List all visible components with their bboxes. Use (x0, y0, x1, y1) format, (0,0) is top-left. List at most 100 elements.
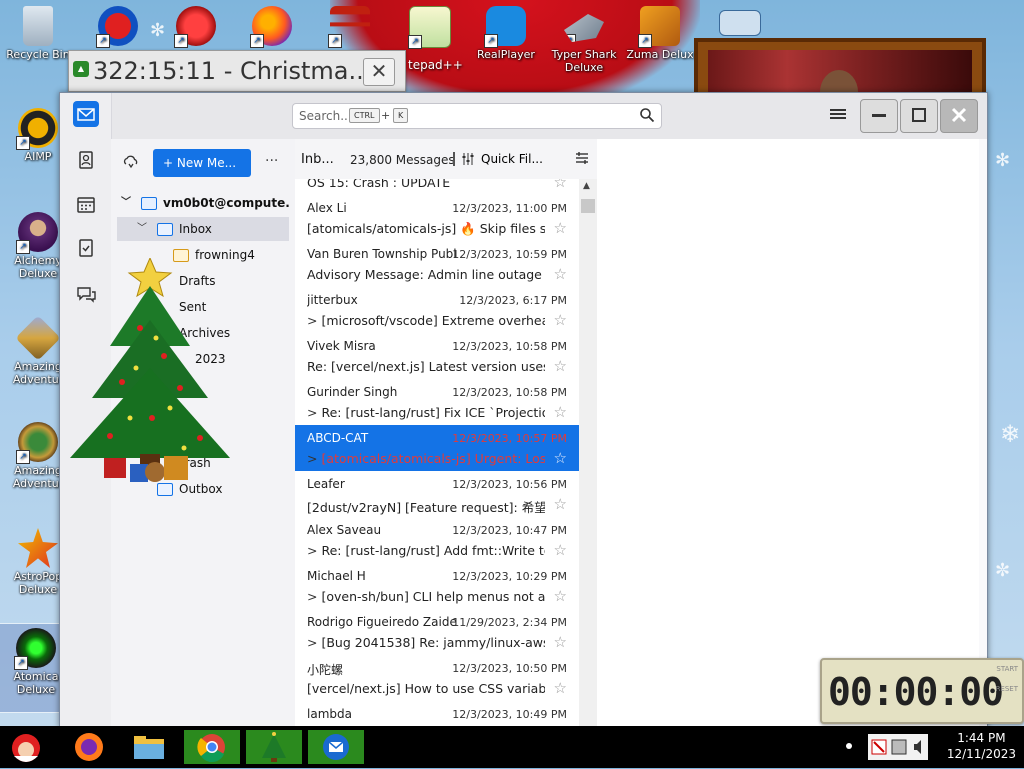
thread-chevron-icon[interactable]: > (307, 543, 317, 558)
star-icon[interactable]: ☆ (554, 495, 567, 513)
shortcut-key-k: K (393, 108, 409, 123)
star-icon[interactable]: ☆ (554, 311, 567, 329)
desktop-icon-label: AstroPop Deluxe (13, 570, 63, 596)
scroll-up-arrow[interactable]: ▲ (583, 181, 590, 191)
quick-filter-button[interactable]: Quick Fil... (453, 149, 543, 169)
desktop-icon-notepadpp[interactable]: ↗ (394, 6, 466, 50)
countdown-overlay-window[interactable]: ▲ 322:15:11 - Christma... ✕ (68, 50, 406, 92)
message-row[interactable]: Gurinder Singh 12/3/2023, 10:58 PM > Re: [r… (295, 379, 579, 426)
new-message-button[interactable]: + New Me... (153, 149, 251, 177)
folder-inbox[interactable]: ﹀ Inbox (117, 217, 289, 241)
taskbar-file-explorer[interactable] (126, 730, 172, 764)
message-row[interactable]: Leafer 12/3/2023, 10:56 PM [2dust/v2rayN] … (295, 471, 579, 518)
star-icon[interactable]: ☆ (554, 219, 567, 237)
message-row[interactable]: Vivek Misra 12/3/2023, 10:58 PM Re: [verce… (295, 333, 579, 380)
address-book-button[interactable] (73, 147, 99, 173)
message-row[interactable]: Van Buren Township Publi... 12/3/2023, 10… (295, 241, 579, 288)
thread-chevron-icon[interactable]: > (307, 589, 317, 604)
system-tray[interactable] (868, 734, 928, 760)
get-messages-icon[interactable] (123, 155, 139, 169)
star-icon[interactable]: ☆ (554, 179, 567, 191)
calendar-button[interactable] (73, 191, 99, 217)
desktop-icon-zuma[interactable]: ↗ Zuma Delux (624, 6, 696, 61)
star-icon[interactable]: ☆ (554, 357, 567, 375)
taskbar-firefox[interactable] (66, 730, 112, 764)
thread-chevron-icon[interactable]: > (307, 635, 317, 650)
notepadpp-label-partial: tepad++ (408, 58, 463, 72)
message-row[interactable]: Rodrigo Figueiredo Zaiden 11/29/2023, 2:3… (295, 609, 579, 656)
desktop-icon-window-app[interactable] (704, 10, 776, 38)
message-date: 12/3/2023, 10:49 PM (452, 708, 567, 721)
star-icon[interactable]: ☆ (554, 403, 567, 421)
thread-chevron-icon[interactable]: > (307, 405, 317, 420)
desktop-icon-firefox[interactable]: ↗ (236, 6, 308, 48)
stopwatch-controls[interactable]: START RESET (996, 664, 1018, 694)
desktop-icon-label: RealPlayer (477, 48, 535, 61)
star-icon[interactable]: ☆ (554, 541, 567, 559)
message-row[interactable]: Michael H 12/3/2023, 10:29 PM > [oven-sh/bu… (295, 563, 579, 610)
chevron-down-icon[interactable]: ﹀ (137, 217, 147, 241)
account-row[interactable]: ﹀ vm0b0t@compute... (117, 191, 289, 215)
message-date: 12/3/2023, 10:58 PM (452, 386, 567, 399)
search-input[interactable]: Search... CTRL + K (292, 103, 662, 129)
list-display-options-icon[interactable] (575, 151, 589, 165)
message-sender: Alex Li (307, 201, 347, 215)
title-bar[interactable]: Search... CTRL + K (60, 93, 987, 139)
scroll-thumb[interactable] (581, 199, 595, 213)
message-row[interactable]: jitterbux 12/3/2023, 6:17 PM > [microsoft/v… (295, 287, 579, 334)
countdown-close-button[interactable]: ✕ (363, 58, 395, 86)
star-icon[interactable]: ☆ (554, 679, 567, 697)
message-subject: > [microsoft/vscode] Extreme overhea... (307, 313, 545, 328)
message-date: 12/3/2023, 10:59 PM (452, 248, 567, 261)
thread-chevron-icon[interactable]: > (307, 313, 317, 328)
message-row-partial[interactable]: OS 15: Crash : UPDATE ☆ (295, 179, 579, 196)
desktop-icon-realplayer[interactable]: ↗ RealPlayer (470, 6, 542, 61)
folder-pane-more-button[interactable]: ··· (265, 153, 278, 169)
clock-time: 1:44 PM (957, 731, 1006, 745)
desktop-icon-recycle-bin[interactable]: Recycle Bin (2, 6, 74, 61)
message-subject: OS 15: Crash : UPDATE (307, 179, 451, 190)
message-row[interactable]: 小陀螺 12/3/2023, 10:50 PM [vercel/next.js] H… (295, 655, 579, 702)
tray-overflow-dot[interactable] (846, 743, 852, 749)
desktop-icon-game-red[interactable]: ↗ (160, 6, 232, 48)
search-icon[interactable] (639, 107, 655, 123)
minimize-button[interactable] (860, 99, 898, 133)
mail-space-button[interactable] (73, 101, 99, 127)
desktop-icon-shrine[interactable]: ↗ (314, 6, 386, 48)
thread-chevron-icon[interactable]: > (307, 451, 317, 466)
chevron-down-icon[interactable]: ﹀ (121, 191, 131, 215)
message-row[interactable]: Alex Li 12/3/2023, 11:00 PM [atomicals/ato… (295, 195, 579, 242)
app-menu-icon[interactable] (830, 107, 846, 121)
star-icon[interactable]: ☆ (554, 633, 567, 651)
star-icon[interactable]: ☆ (554, 265, 567, 283)
message-list-scrollbar[interactable]: ▲ (579, 179, 597, 727)
quick-filter-label: Quick Fil... (481, 152, 543, 166)
message-date: 12/3/2023, 10:56 PM (452, 478, 567, 491)
message-subject-text: Advisory Message: Admin line outage (307, 267, 542, 282)
message-sender: ABCD-CAT (307, 431, 369, 445)
message-date: 12/3/2023, 10:29 PM (452, 570, 567, 583)
star-icon[interactable]: ☆ (554, 587, 567, 605)
message-row[interactable]: ABCD-CAT 12/3/2023, 10:57 PM > [atomicals/a… (295, 425, 579, 472)
desktop-icon-game-2[interactable]: ↗ (82, 6, 154, 48)
maximize-button[interactable] (900, 99, 938, 133)
close-button[interactable] (940, 99, 978, 133)
clock-date: 12/11/2023 (946, 747, 1016, 761)
taskbar-chrome[interactable] (184, 730, 240, 764)
message-row[interactable]: Alex Saveau 12/3/2023, 10:47 PM > Re: [rust… (295, 517, 579, 564)
start-button[interactable] (4, 728, 48, 766)
message-sender: jitterbux (307, 293, 358, 307)
window-app-icon (719, 10, 761, 36)
taskbar-clock[interactable]: 1:44 PM 12/11/2023 (947, 730, 1016, 762)
star-icon[interactable]: ☆ (554, 449, 567, 467)
taskbar-christmas-tree[interactable] (246, 730, 302, 764)
atomica-icon: ↗ (14, 628, 56, 670)
thunderbird-icon (323, 734, 349, 760)
alchemy-icon: ↗ (16, 212, 58, 254)
message-row[interactable]: lambda12/3/2023, 10:49 PM[microsoft/vsco… (295, 701, 579, 727)
desktop-icon-label: Amazing Adventur (12, 464, 64, 490)
desktop-icon-typer-shark[interactable]: ↗ Typer Shark Deluxe (548, 6, 620, 74)
taskbar-thunderbird[interactable] (308, 730, 364, 764)
message-date: 11/29/2023, 2:34 PM (452, 616, 567, 629)
stopwatch-widget[interactable]: 00:00:00 START RESET (820, 658, 1024, 724)
